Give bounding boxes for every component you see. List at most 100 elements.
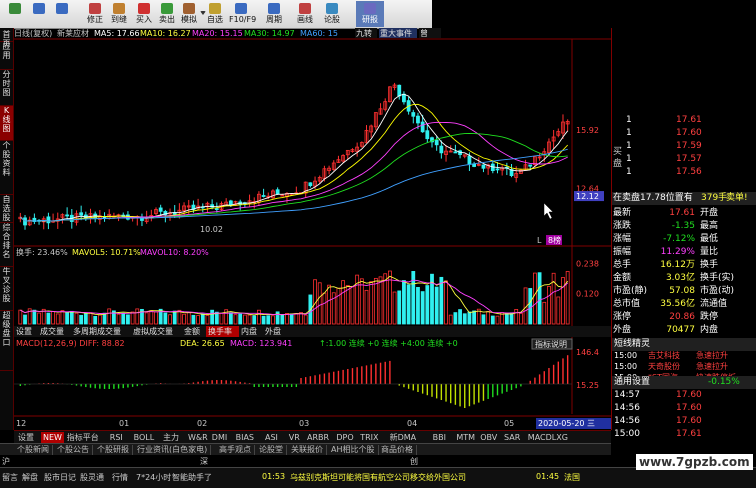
info-tab-8[interactable]: 商品价格 [378,445,417,455]
order-alert-text: 在卖盘17.78位置有 [613,193,693,203]
indicator-tab-2[interactable]: 多周期成交量 [73,326,121,336]
tape-change: -0.15% [708,377,740,387]
toolbar-button-12[interactable]: 画线 [293,1,317,27]
indicator-tab-bottom-11[interactable]: ARBR [305,432,331,443]
indicator-tab-4[interactable]: 金额 [184,326,200,336]
toolbar-button-14[interactable]: 研报 [356,1,384,27]
news-ticker[interactable]: 乌兹别克斯坦可能将国有航空公司移交给外国公司 [290,472,466,483]
info-tab-0[interactable]: 个股新闻 [14,445,53,455]
info-tab-1[interactable]: 个股公告 [54,445,93,455]
buy-price: 17.61 [676,115,702,125]
sidebar-item-8[interactable]: 超级盘口 [0,311,13,371]
indicator-tab-bottom-12[interactable]: DPO [334,432,355,443]
info-tab-3[interactable]: 行业资讯(白色家电) [134,445,212,455]
indicator-tab-bottom-17[interactable]: OBV [478,432,499,443]
toolbar-button-label: F10/F9 [229,15,257,24]
candle-body [453,151,458,154]
quote-stat-row: 总手 16.12万 换手 [612,259,756,272]
indicator-tab-bottom-5[interactable]: 主力 [161,432,181,443]
sidebar-item-0[interactable]: 首页 [0,30,13,48]
indicator-tab-0[interactable]: 设置 [16,326,32,336]
info-tab-7[interactable]: AH相比个股 [328,445,379,455]
info-tab-5[interactable]: 论股堂 [256,445,287,455]
sidebar-item-5[interactable]: 自选股 [0,195,13,223]
toolbar-button-1[interactable] [27,1,51,27]
indicator-tab-bottom-7[interactable]: DMI [210,432,229,443]
indicator-tab-6[interactable]: 内盘 [241,326,257,336]
status-item-3[interactable]: 股灵通 [80,472,104,483]
status-item-5[interactable]: 7*24小时 [136,472,171,483]
index-label-0[interactable]: 沪 [2,456,10,467]
candle-body [228,200,233,206]
indicator-tab-5[interactable]: 换手率 [208,326,232,336]
indicator-tab-bottom-0[interactable]: 设置 [16,432,36,443]
volume-bar [83,313,88,325]
buy-level: 1 [626,167,632,177]
stat-key: 振幅 [613,247,632,257]
toolbar-button-5[interactable]: 买入 [132,1,156,27]
sidebar-item-6[interactable]: 综合排名 [0,223,13,267]
header-tag-1[interactable]: 重大事件 [380,28,412,38]
header-tag-2[interactable]: 曾 [420,28,428,38]
toolbar-button-6[interactable]: 卖出 [155,1,179,27]
volume-bar [200,313,205,325]
toolbar-button-3[interactable]: 修正 [83,1,107,27]
indicator-tab-bottom-19[interactable]: MACDLXG [526,432,570,443]
indicator-tab-bottom-2[interactable]: 指标平台 [65,432,101,443]
indicator-tab-bottom-13[interactable]: TRIX [358,432,380,443]
info-tab-6[interactable]: 关联报价 [288,445,327,455]
indicator-tab-bottom-4[interactable]: BOLL [132,432,157,443]
sidebar-item-4[interactable]: 个股资料 [0,141,13,195]
volume-bar [88,312,93,325]
indicator-tab-bottom-8[interactable]: BIAS [234,432,256,443]
toolbar-button-0[interactable] [3,1,27,27]
stat-value: 57.08 [669,286,695,296]
status-item-2[interactable]: 股市日记 [44,472,76,483]
indicator-tab-bottom-10[interactable]: VR [287,432,302,443]
volume-bar [144,312,149,325]
indicator-tab-bottom-6[interactable]: W&R [186,432,210,443]
chart-header-4: MA20: 15.15 [192,29,243,38]
drawing-icon [299,3,311,14]
sidebar-item-3[interactable]: K线图 [0,106,13,141]
tape-title: 通用设置 [614,377,651,387]
chart-area[interactable]: 日线(复权) 新莱应材 MA5: 17.66 MA10: 16.27 MA20: 15.… [14,28,611,430]
sidebar-item-2[interactable]: 分时图 [0,70,13,106]
toolbar-button-7[interactable]: 模拟 [177,1,201,27]
info-tab-4[interactable]: 高手观点 [216,445,255,455]
info-tab-2[interactable]: 个股研报 [94,445,133,455]
explain-button[interactable]: 指标说明 [535,339,567,349]
header-tag-0[interactable]: 九转 [356,28,372,38]
x-axis-label-2: 02 [197,419,207,428]
toolbar-button-13[interactable]: 论股 [320,1,344,27]
indicator-tab-bottom-9[interactable]: ASI [263,432,280,443]
indicator-tab-bottom-15[interactable]: BBI [431,432,448,443]
indicator-tab-7[interactable]: 外盘 [265,326,281,336]
toolbar-button-4[interactable]: 到缝 [107,1,131,27]
indicator-tab-bottom-16[interactable]: MTM [454,432,477,443]
index-label-1[interactable]: 深 [200,456,208,467]
toolbar-button-2[interactable] [50,1,74,27]
indicator-tab-bottom-14[interactable]: 新DMA [388,432,419,443]
toolbar-button-10[interactable]: F10/F9 [229,1,257,27]
sidebar-item-7[interactable]: 牛叉诊股 [0,267,13,311]
status-item-1[interactable]: 解盘 [22,472,38,483]
macd-label-1: 15.25 [576,381,599,390]
status-item-4[interactable]: 行情 [112,472,128,483]
indicator-tab-1[interactable]: 成交量 [40,326,64,336]
toolbar-button-9[interactable]: 自选 [203,1,227,27]
tape-price: 17.60 [676,416,702,426]
volume-bar [97,314,102,325]
indicator-tab-bottom-18[interactable]: SAR [502,432,522,443]
price-label-2: 12.12 [576,192,599,201]
indicator-tab-3[interactable]: 虚拟成交量 [133,326,173,336]
status-item-6[interactable]: 智能助手了 [172,472,212,483]
sidebar-item-1[interactable]: 应用 [0,42,13,70]
index-label-2[interactable]: 创 [410,456,418,467]
toolbar-button-11[interactable]: 周期 [262,1,286,27]
candle-body [411,112,416,117]
indicator-tab-bottom-1[interactable]: NEW [41,432,64,443]
indicator-tab-bottom-3[interactable]: RSI [108,432,125,443]
status-item-0[interactable]: 留言 [2,472,18,483]
candle-body [416,115,420,124]
